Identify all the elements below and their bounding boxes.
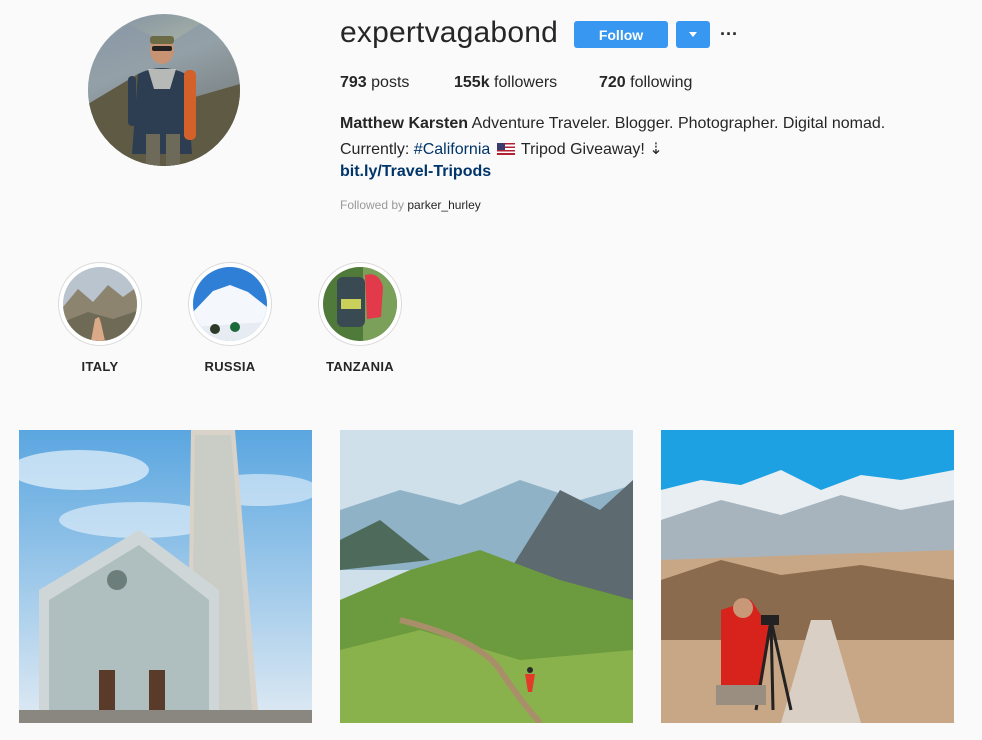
highlight-ring	[188, 262, 272, 346]
bio-line-3: bit.ly/Travel-Tripods	[340, 163, 491, 181]
bio-description: Adventure Traveler. Blogger. Photographe…	[468, 115, 886, 132]
highlight-ring	[318, 262, 402, 346]
followed-by: Followed by parker_hurley	[340, 198, 481, 212]
highlight-thumbnail	[323, 267, 397, 341]
highlight-ring	[58, 262, 142, 346]
highlight-label: ITALY	[81, 359, 119, 374]
followers-count: 155k	[454, 74, 490, 91]
highlight-italy[interactable]: ITALY	[58, 262, 142, 374]
posts-label: posts	[371, 74, 410, 91]
us-flag-icon	[496, 143, 515, 155]
post-thumbnail-mountain-trail[interactable]	[340, 430, 633, 723]
avatar-photo	[88, 19, 240, 166]
post-thumbnail-florence-cathedral[interactable]	[19, 430, 312, 723]
highlight-thumbnail	[63, 267, 137, 341]
follow-dropdown-button[interactable]	[676, 21, 710, 48]
posts-stat: 793 posts	[340, 74, 409, 92]
followers-label: followers	[494, 74, 558, 91]
profile-avatar[interactable]	[88, 14, 240, 166]
bio-giveaway-text: Tripod Giveaway! ⇣	[516, 141, 663, 158]
profile-username: expertvagabond	[340, 16, 558, 49]
followers-stat[interactable]: 155k followers	[454, 74, 557, 92]
highlight-tanzania[interactable]: TANZANIA	[318, 262, 402, 374]
bio-hashtag-link[interactable]: #California	[414, 141, 490, 158]
bio-line-1: Matthew Karsten Adventure Traveler. Blog…	[340, 115, 885, 133]
bio-full-name: Matthew Karsten	[340, 115, 469, 132]
following-stat[interactable]: 720 following	[599, 74, 692, 92]
chevron-down-icon	[689, 32, 697, 37]
bio-currently-label: Currently:	[340, 141, 414, 158]
followed-by-user-link[interactable]: parker_hurley	[407, 198, 480, 212]
highlight-russia[interactable]: RUSSIA	[188, 262, 272, 374]
highlight-thumbnail	[193, 267, 267, 341]
following-label: following	[630, 74, 693, 91]
follow-button[interactable]: Follow	[574, 21, 668, 48]
following-count: 720	[599, 74, 626, 91]
more-options-button[interactable]: ···	[719, 22, 739, 46]
post-thumbnail-photographer-desert[interactable]	[661, 430, 954, 723]
posts-count: 793	[340, 74, 367, 91]
followed-by-label: Followed by	[340, 198, 405, 212]
highlight-label: TANZANIA	[326, 359, 394, 374]
highlight-label: RUSSIA	[204, 359, 256, 374]
bio-website-link[interactable]: bit.ly/Travel-Tripods	[340, 163, 491, 180]
bio-line-2: Currently: #California Tripod Giveaway! …	[340, 139, 663, 159]
